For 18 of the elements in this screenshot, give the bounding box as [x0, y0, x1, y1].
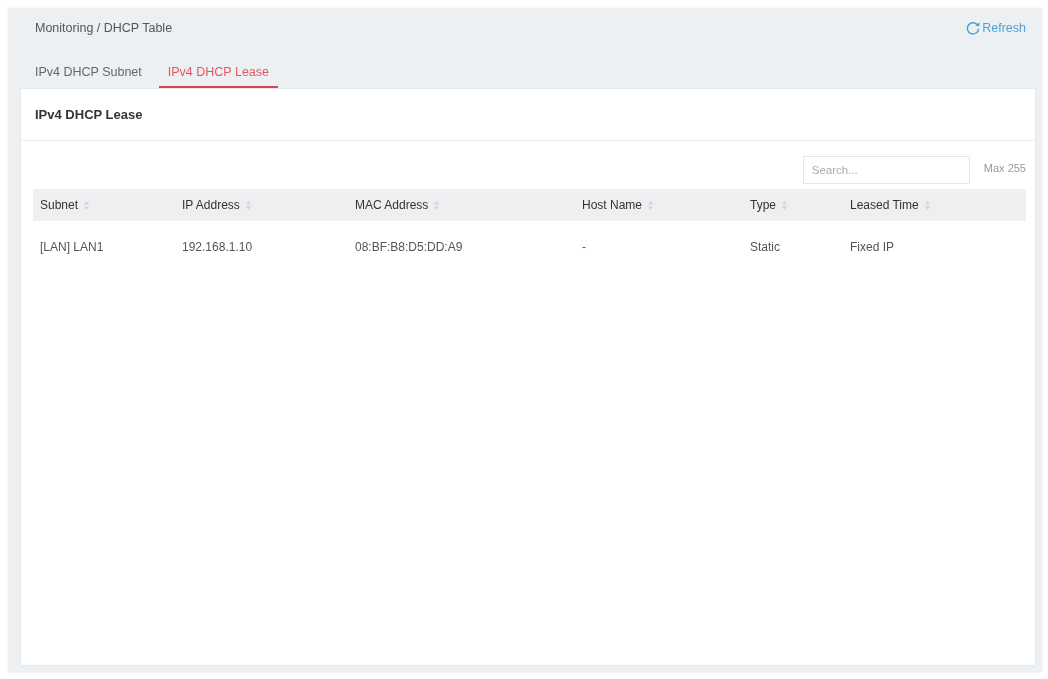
table-cell-text: 08:BF:B8:D5:DD:A9	[354, 240, 464, 254]
table-cell-text: -	[581, 240, 587, 254]
card-title: IPv4 DHCP Lease	[21, 89, 1035, 141]
column-header[interactable]: MAC Address	[355, 198, 429, 212]
column-header[interactable]: Host Name	[582, 198, 643, 212]
table-cell-text: [LAN] LAN1	[39, 240, 105, 254]
breadcrumb: Monitoring / DHCP Table	[35, 21, 173, 35]
table-cell-text: 192.168.1.10	[181, 240, 254, 254]
limit-note: Max 255	[983, 161, 1026, 174]
refresh-icon	[966, 21, 981, 35]
column-header[interactable]: Subnet	[40, 198, 79, 212]
column-header[interactable]: IP Address	[182, 198, 240, 212]
tab[interactable]: IPv4 DHCP Subnet	[26, 61, 151, 88]
table-cell-text: Static	[749, 240, 781, 254]
column-header[interactable]: Type	[750, 198, 776, 212]
table-cell-text: Fixed IP	[849, 240, 895, 254]
column-header[interactable]: Leased Time	[850, 198, 919, 212]
search-field[interactable]: Search...	[802, 156, 970, 184]
